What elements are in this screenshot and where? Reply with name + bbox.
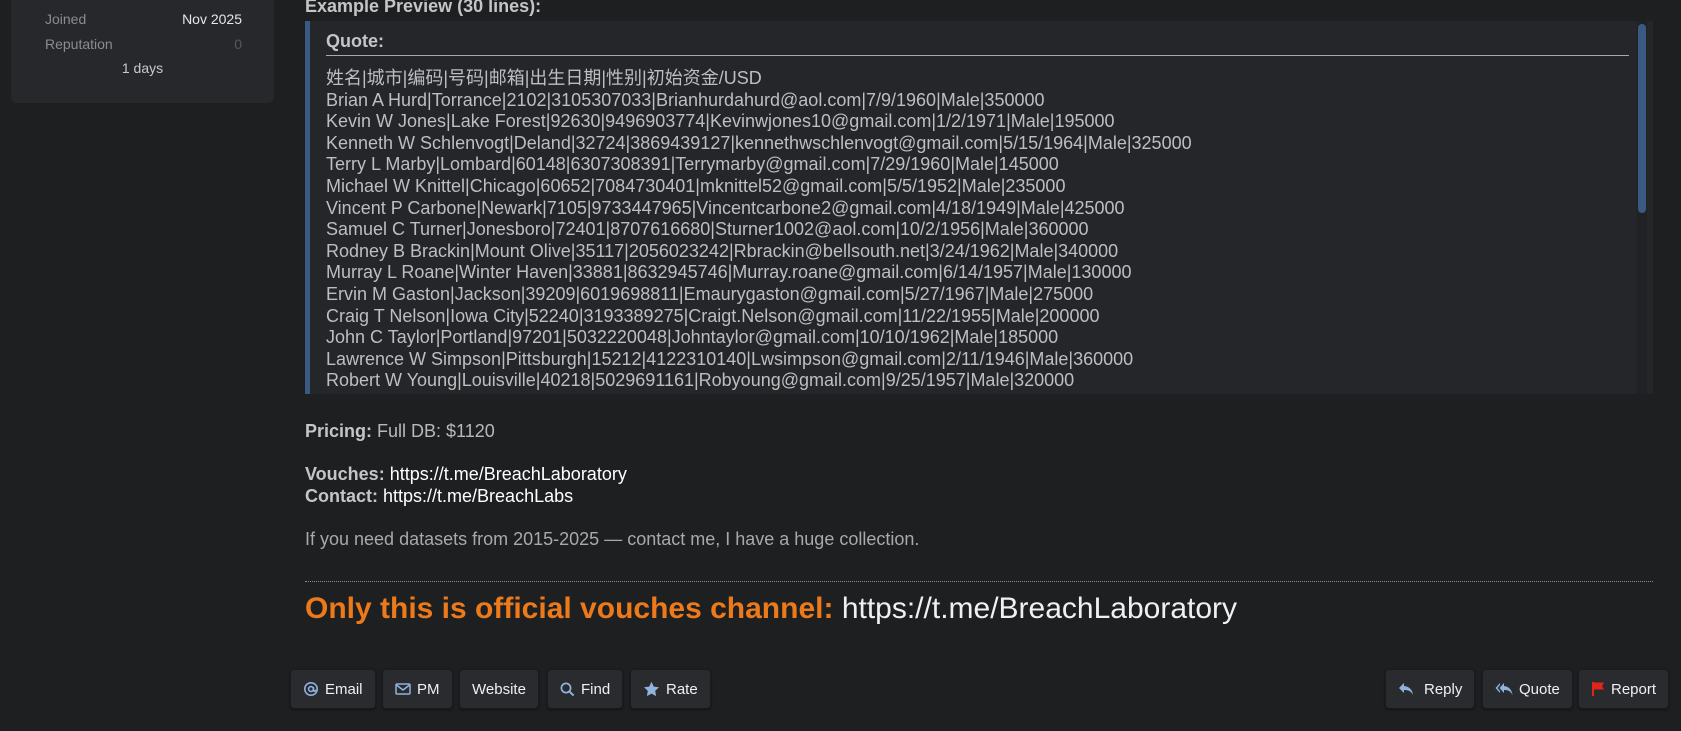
quote-line: 姓名|城市|编码|号码|邮箱|出生日期|性别|初始资金/USD [326, 68, 762, 88]
pricing-value: Full DB: $1120 [377, 421, 495, 441]
vouches-label: Vouches: [305, 464, 385, 484]
search-icon [560, 682, 575, 697]
official-channel-line: Only this is official vouches channel: h… [305, 592, 1237, 626]
datasets-note: If you need datasets from 2015-2025 — co… [305, 529, 920, 549]
quote-line: Kenneth W Schlenvogt|Deland|32724|386943… [326, 132, 1192, 153]
contact-link[interactable]: https://t.me/BreachLabs [383, 486, 573, 506]
find-button[interactable]: Find [547, 669, 624, 709]
days-counter: 1 days [121, 60, 164, 76]
quote-line: Terry L Marby|Lombard|60148|6307308391|T… [326, 154, 1059, 175]
vouches-line: Vouches: https://t.me/BreachLaboratory [305, 464, 627, 485]
reputation-label: Reputation [45, 36, 113, 52]
quote-line: Rodney B Brackin|Mount Olive|35117|20560… [326, 240, 1119, 261]
joined-label: Joined [45, 11, 87, 27]
joined-value: Nov 2025 [182, 11, 242, 27]
rate-button-label: Rate [666, 680, 698, 698]
quote-button-label: Quote [1519, 680, 1560, 698]
preview-title: Example Preview (30 lines): [305, 0, 542, 16]
quote-line: Murray L Roane|Winter Haven|33881|863294… [326, 262, 1132, 283]
website-button[interactable]: Website [459, 669, 539, 709]
pm-button[interactable]: PM [382, 669, 453, 709]
quote-line: Michael W Knittel|Chicago|60652|70847304… [326, 175, 1066, 196]
content-divider [305, 581, 1653, 582]
quote-divider [326, 55, 1629, 56]
user-info-panel: Joined Nov 2025 Reputation 0 1 days [11, 0, 274, 103]
rate-button[interactable]: Rate [630, 669, 711, 709]
reply-arrow-icon [1398, 682, 1414, 696]
quote-line: Ervin M Gaston|Jackson|39209|6019698811|… [326, 283, 1094, 304]
pricing-line: Pricing: Full DB: $1120 [305, 421, 495, 442]
envelope-icon [395, 682, 411, 696]
reputation-row: Reputation 0 [45, 36, 242, 52]
reply-button[interactable]: Reply [1385, 669, 1476, 709]
quote-scrollbar-thumb[interactable] [1638, 24, 1646, 213]
quote-lines: 姓名|城市|编码|号码|邮箱|出生日期|性别|初始资金/USD Brian A … [326, 68, 1623, 392]
quote-scrollbar[interactable] [1637, 21, 1647, 394]
pricing-label: Pricing: [305, 421, 373, 441]
quote-line: Craig T Nelson|Iowa City|52240|319338927… [326, 305, 1100, 326]
contact-label: Contact: [305, 486, 378, 506]
quote-button[interactable]: Quote [1482, 669, 1573, 709]
reputation-value[interactable]: 0 [234, 36, 242, 52]
joined-row: Joined Nov 2025 [45, 11, 242, 27]
quote-line: Samuel C Turner|Jonesboro|72401|87076166… [326, 219, 1089, 240]
report-button-label: Report [1611, 680, 1657, 698]
quote-label: Quote: [326, 31, 384, 51]
find-button-label: Find [581, 680, 611, 698]
reply-button-label: Reply [1424, 680, 1463, 698]
official-channel-link[interactable]: https://t.me/BreachLaboratory [842, 592, 1237, 625]
quote-line: Kevin W Jones|Lake Forest|92630|94969037… [326, 111, 1115, 132]
quote-line: Robert W Young|Louisville|40218|50296911… [326, 370, 1075, 391]
quote-line: John C Taylor|Portland|97201|5032220048|… [326, 327, 1059, 348]
reply-all-icon [1495, 682, 1513, 696]
at-icon [303, 681, 319, 697]
quote-line: Brian A Hurd|Torrance|2102|3105307033|Br… [326, 89, 1045, 110]
flag-icon [1591, 681, 1605, 697]
star-icon [643, 681, 660, 697]
contact-line: Contact: https://t.me/BreachLabs [305, 486, 573, 507]
website-button-label: Website [472, 680, 526, 698]
email-button[interactable]: Email [290, 669, 376, 709]
quote-line: Lawrence W Simpson|Pittsburgh|15212|4122… [326, 348, 1134, 369]
email-button-label: Email [325, 680, 363, 698]
quote-box: Quote: 姓名|城市|编码|号码|邮箱|出生日期|性别|初始资金/USD B… [305, 21, 1653, 394]
quote-line: Vincent P Carbone|Newark|7105|9733447965… [326, 197, 1125, 218]
report-button[interactable]: Report [1578, 669, 1670, 709]
official-channel-label: Only this is official vouches channel: [305, 592, 834, 625]
pm-button-label: PM [417, 680, 440, 698]
vouches-link[interactable]: https://t.me/BreachLaboratory [390, 464, 627, 484]
